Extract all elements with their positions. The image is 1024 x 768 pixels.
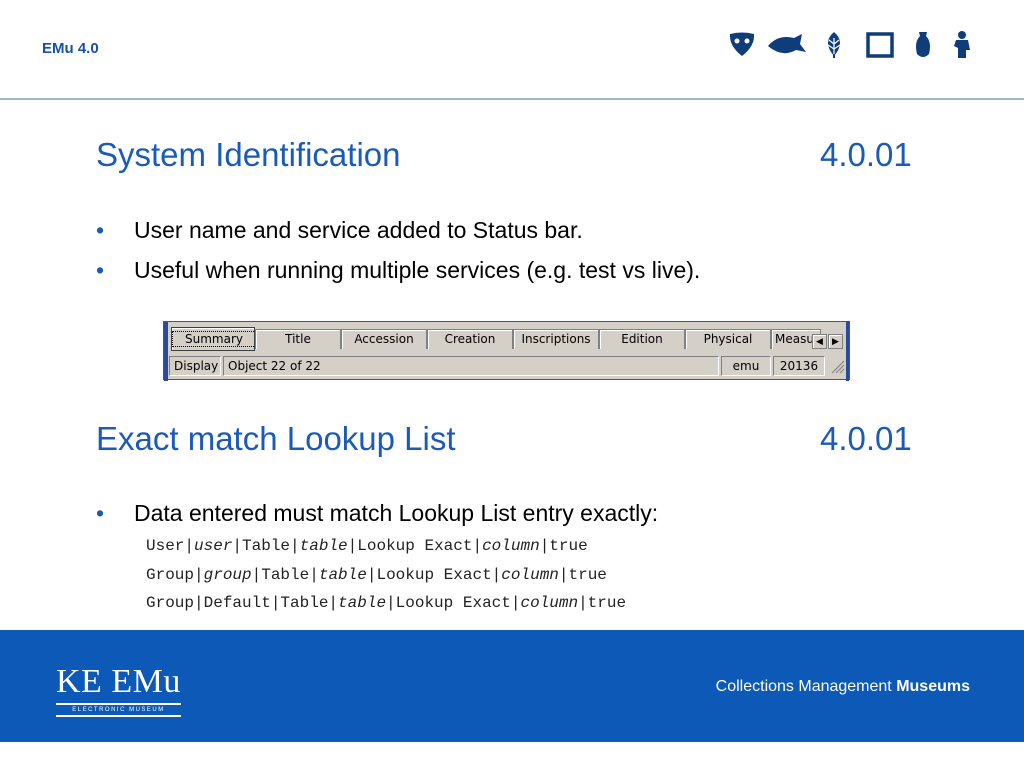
code-line: Group|Default|Table|table|Lookup Exact|c… xyxy=(146,594,627,612)
code-line: User|user|Table|table|Lookup Exact|colum… xyxy=(146,537,588,555)
leaf-icon xyxy=(827,32,841,58)
status-bar: Display Object 22 of 22 emu 20136 xyxy=(169,356,847,377)
scroll-left-icon[interactable]: ◀ xyxy=(812,334,827,349)
tab-physical[interactable]: Physical xyxy=(685,329,771,349)
header-icons xyxy=(729,31,970,58)
status-user: emu xyxy=(721,356,771,376)
scroll-right-icon[interactable]: ▶ xyxy=(828,334,843,349)
brand-label: EMu 4.0 xyxy=(42,40,99,57)
section1-title: System Identification xyxy=(96,136,401,173)
bullet-item: • Useful when running multiple services (… xyxy=(96,257,700,284)
bullet-text: User name and service added to Status ba… xyxy=(134,217,583,243)
bullet-text: Useful when running multiple services (e… xyxy=(134,257,701,283)
section2-version: 4.0.01 xyxy=(820,420,912,457)
tab-creation[interactable]: Creation xyxy=(427,329,513,349)
bullet-dot: • xyxy=(96,257,105,283)
section2-title: Exact match Lookup List xyxy=(96,420,456,457)
bullet-item: • Data entered must match Lookup List ent… xyxy=(96,500,658,527)
tab-edition[interactable]: Edition xyxy=(599,329,685,349)
bullet-dot: • xyxy=(96,500,105,526)
vase-icon xyxy=(916,32,930,57)
status-service: 20136 xyxy=(773,356,825,376)
tab-strip: Summary Title Accession Creation Inscrip… xyxy=(169,326,849,351)
bullet-dot: • xyxy=(96,217,105,243)
tab-accession[interactable]: Accession xyxy=(341,329,427,349)
mask-icon xyxy=(729,32,755,56)
header-divider xyxy=(0,98,1024,100)
bullet-item: • User name and service added to Status b… xyxy=(96,217,583,244)
figure-icon xyxy=(954,31,970,58)
code-line: Group|group|Table|table|Lookup Exact|col… xyxy=(146,566,607,584)
frame-icon xyxy=(866,32,894,58)
status-mode: Display xyxy=(169,356,221,376)
footer-bottom-strip xyxy=(0,742,1024,768)
bullet-text: Data entered must match Lookup List entr… xyxy=(134,500,659,526)
tab-summary[interactable]: Summary xyxy=(171,327,256,351)
footer-tagline: Collections Management Museums xyxy=(715,678,970,695)
tab-title[interactable]: Title xyxy=(255,329,341,349)
ke-emu-logo: KE EMu ELECTRONIC MUSEUM xyxy=(56,665,181,717)
section1-version: 4.0.01 xyxy=(820,136,912,173)
window-border xyxy=(164,322,168,381)
fish-icon xyxy=(768,34,806,54)
tab-inscriptions[interactable]: Inscriptions xyxy=(513,329,599,349)
status-record: Object 22 of 22 xyxy=(223,356,719,376)
statusbar-screenshot: Summary Title Accession Creation Inscrip… xyxy=(163,321,850,381)
resize-grip-icon[interactable] xyxy=(831,360,845,374)
